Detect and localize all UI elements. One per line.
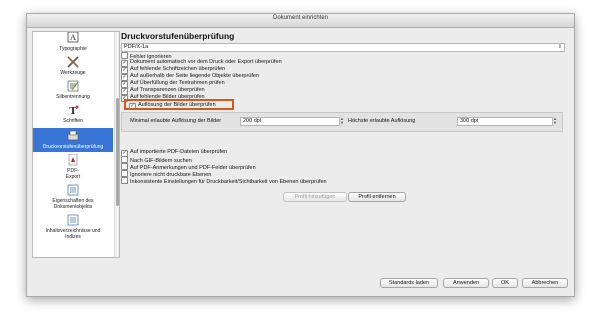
checkbox[interactable] <box>121 156 128 163</box>
sidebar-item-label: Druckvorstufenüberprüfung <box>42 144 104 150</box>
min-resolution-stepper[interactable]: ▲ ▼ <box>340 117 344 125</box>
hyphenation-icon <box>66 80 80 92</box>
max-resolution-stepper[interactable]: ▲ ▼ <box>553 117 557 125</box>
fonts-icon: T <box>66 104 80 117</box>
sidebar-item-toc[interactable]: Inhaltsverzeichnisse und Indizes <box>33 214 113 240</box>
chevron-updown-icon: ⇕ <box>557 44 562 50</box>
checkbox[interactable] <box>121 163 128 170</box>
typography-icon: A <box>66 32 80 44</box>
sidebar-item-label: Schriften <box>63 118 83 124</box>
checkbox-label: Inkonsistente Einstellungen für Druckbar… <box>130 179 327 185</box>
window-title: Dokument einrichten <box>272 15 329 21</box>
dialog-window: Dokument einrichten A Typographie Werkze… <box>26 13 575 297</box>
max-resolution-label: Höchste erlaubte Auflösung <box>348 118 416 124</box>
sidebar-item-preflight[interactable]: Druckvorstufenüberprüfung <box>33 128 113 152</box>
profile-select[interactable]: PDF/X-1a ⇕ <box>121 43 565 52</box>
remove-profile-button[interactable]: Profil entfernen <box>348 192 406 202</box>
checkbox-label: Auf fehlende Schriftzeichen überprüfen <box>130 66 226 72</box>
min-resolution-field[interactable]: 200 dpi <box>240 117 340 126</box>
sidebar-item-label: Typographie <box>59 46 87 52</box>
ok-button[interactable]: OK <box>492 278 518 288</box>
checkbox-label: Auf Überfüllung der Textrahmen prüfen <box>130 80 225 86</box>
sidebar-item-label: Werkzeuge <box>60 70 86 76</box>
resolution-panel: Minimal erlaubte Auflösung der Bilder 20… <box>121 112 563 132</box>
checkbox-label: Dokument automatisch vor dem Druck oder … <box>130 59 282 65</box>
apply-button[interactable]: Anwenden <box>443 278 489 288</box>
tools-icon <box>66 56 80 68</box>
min-resolution-label: Minimal erlaubte Auflösung der Bilder <box>130 118 222 124</box>
title-bar[interactable]: Dokument einrichten <box>27 14 574 28</box>
sidebar-item-pdf-export[interactable]: PDF-Export <box>33 153 113 180</box>
check-layer-consistency[interactable]: Inkonsistente Einstellungen für Druckbar… <box>121 177 327 185</box>
sidebar-item-fonts[interactable]: T Schriften <box>33 104 113 124</box>
document-properties-icon <box>66 184 80 196</box>
sidebar-item-typography[interactable]: A Typographie <box>33 32 113 52</box>
page-title: Druckvorstufenüberprüfung <box>121 31 235 41</box>
sidebar-item-hyphenation[interactable]: Silbentrennung <box>33 80 113 100</box>
sidebar-item-label: Silbentrennung <box>56 94 90 100</box>
sidebar-item-label: PDF-Export <box>65 168 81 180</box>
sidebar: A Typographie Werkzeuge Silbentrennung T… <box>32 31 120 258</box>
sidebar-item-label: Eigenschaften des Dokumentobjekts <box>52 198 94 210</box>
load-defaults-button[interactable]: Standards laden <box>380 278 438 288</box>
checkbox-label: Auf Transparenzen überprüfen <box>130 87 205 93</box>
toc-icon <box>66 214 80 226</box>
checkbox-label: Auf außerhalb der Seite liegende Objekte… <box>130 73 260 79</box>
checkbox[interactable] <box>121 177 128 184</box>
cancel-button[interactable]: Abbrechen <box>522 278 568 288</box>
pdf-export-icon <box>66 153 80 166</box>
profile-select-value: PDF/X-1a <box>124 44 149 50</box>
svg-text:A: A <box>70 33 76 42</box>
checkbox[interactable] <box>121 52 128 59</box>
add-profile-button[interactable]: Profil hinzufügen <box>283 192 347 202</box>
checkbox[interactable] <box>121 170 128 177</box>
sidebar-item-document-properties[interactable]: Eigenschaften des Dokumentobjekts <box>33 184 113 210</box>
preflight-icon <box>66 130 80 142</box>
max-resolution-field[interactable]: 300 dpi <box>457 117 553 126</box>
checkbox-label: Auf importierte PDF-Dateien überprüfen <box>130 149 228 155</box>
sidebar-scrollbar[interactable] <box>114 32 119 257</box>
scrollbar-thumb[interactable] <box>116 98 119 206</box>
sidebar-item-tools[interactable]: Werkzeuge <box>33 56 113 76</box>
highlight-frame <box>124 99 234 110</box>
sidebar-item-label: Inhaltsverzeichnisse und Indizes <box>45 228 101 240</box>
